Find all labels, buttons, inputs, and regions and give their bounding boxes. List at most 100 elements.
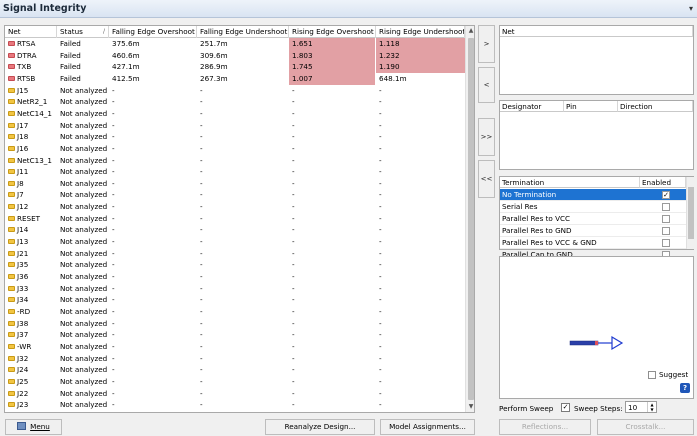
menu-button[interactable]: Menu: [5, 419, 62, 435]
termination-scroll-thumb[interactable]: [688, 187, 694, 239]
column-header-pin[interactable]: Pin: [564, 101, 618, 112]
sweep-steps-checkbox[interactable]: ✓: [561, 403, 570, 412]
cell-rising-edge-overshoot: -: [292, 178, 295, 188]
cell-rising-edge-overshoot: -: [292, 365, 295, 375]
cell-status: Not analyzed: [60, 388, 108, 398]
termination-item[interactable]: No Termination ✓: [500, 189, 686, 201]
table-row[interactable]: NetC14_1 Not analyzed - - - -: [5, 108, 465, 120]
column-header-termination[interactable]: Termination: [500, 177, 640, 188]
remove-all-nets-button[interactable]: <<: [478, 160, 495, 198]
table-row[interactable]: J18 Not analyzed - - - -: [5, 131, 465, 143]
table-row[interactable]: DTRA Failed 460.6m 309.6m 1.803 1.232: [5, 49, 469, 62]
grid-vertical-scrollbar[interactable]: ▲ ▼: [465, 26, 474, 412]
table-row[interactable]: RTSA Failed 375.6m 251.7m 1.651 1.118: [5, 38, 469, 50]
termination-enabled-checkbox[interactable]: [662, 203, 670, 211]
cell-rising-edge-undershoot: -: [379, 272, 382, 281]
termination-item[interactable]: Serial Res: [500, 201, 686, 213]
table-row[interactable]: J22 Not analyzed - - - -: [5, 388, 465, 400]
table-row[interactable]: J38 Not analyzed - - - -: [5, 318, 465, 330]
cell-rising-edge-overshoot: -: [292, 341, 295, 351]
termination-enabled-checkbox[interactable]: [662, 239, 670, 247]
crosstalk-button[interactable]: Crosstalk...: [597, 419, 694, 435]
net-name: J14: [17, 225, 29, 235]
scroll-down-arrow-icon[interactable]: ▼: [466, 402, 474, 412]
column-header-designator[interactable]: Designator: [500, 101, 564, 112]
cell-falling-edge-overshoot: -: [112, 388, 115, 398]
table-row[interactable]: J23 Not analyzed - - - -: [5, 399, 465, 411]
table-row[interactable]: J17 Not analyzed - - - -: [5, 120, 465, 132]
table-row[interactable]: RTSB Failed 412.5m 267.3m 1.007 648.1m: [5, 72, 465, 85]
table-row[interactable]: J25 Not analyzed - - - -: [5, 376, 465, 388]
net-name: J22: [17, 388, 29, 398]
table-row[interactable]: J16 Not analyzed - - - -: [5, 143, 465, 155]
remove-net-button[interactable]: <: [478, 67, 495, 103]
table-row[interactable]: J7 Not analyzed - - - -: [5, 189, 465, 201]
scroll-up-arrow-icon[interactable]: ▲: [466, 26, 474, 36]
termination-item[interactable]: Parallel Res to GND: [500, 225, 686, 237]
table-row[interactable]: RESET Not analyzed - - - -: [5, 213, 465, 225]
table-row[interactable]: J36 Not analyzed - - - -: [5, 271, 465, 283]
table-row[interactable]: J8 Not analyzed - - - -: [5, 178, 465, 190]
cell-falling-edge-undershoot: -: [200, 108, 203, 118]
table-row[interactable]: J15 Not analyzed - - - -: [5, 85, 465, 97]
net-name: J11: [17, 167, 29, 177]
termination-enabled-checkbox[interactable]: [662, 215, 670, 223]
cell-status: Failed: [60, 73, 81, 83]
table-row[interactable]: J13 Not analyzed - - - -: [5, 236, 465, 248]
column-header-falling-edge-overshoot[interactable]: Falling Edge Overshoot: [109, 26, 197, 38]
add-all-nets-button[interactable]: >>: [478, 118, 495, 156]
termination-enabled-checkbox[interactable]: [662, 227, 670, 235]
table-row[interactable]: J32 Not analyzed - - - -: [5, 353, 465, 365]
table-row[interactable]: NetR2_1 Not analyzed - - - -: [5, 96, 465, 108]
table-row[interactable]: J35 Not analyzed - - - -: [5, 259, 465, 271]
selected-nets-panel[interactable]: Net: [499, 25, 694, 95]
table-row[interactable]: -RD Not analyzed - - - -: [5, 306, 465, 318]
cell-falling-edge-overshoot: -: [112, 155, 115, 165]
cell-net: J14: [5, 224, 57, 236]
cell-falling-edge-overshoot: -: [112, 318, 115, 328]
designator-panel[interactable]: Designator Pin Direction: [499, 100, 694, 170]
cell-rising-edge-undershoot: -: [376, 411, 469, 413]
column-header-enabled[interactable]: Enabled: [640, 177, 686, 188]
table-row[interactable]: J11 Not analyzed - - - -: [5, 166, 465, 178]
cell-rising-edge-overshoot: -: [292, 108, 295, 118]
reflections-button[interactable]: Reflections...: [499, 419, 591, 435]
column-header-status[interactable]: Status /: [57, 26, 109, 38]
table-row[interactable]: J28Not analyzed----: [5, 411, 465, 413]
termination-item[interactable]: Parallel Res to VCC & GND: [500, 237, 686, 249]
help-icon[interactable]: ?: [680, 383, 690, 393]
model-assignments-button[interactable]: Model Assignments...: [380, 419, 475, 435]
termination-enabled-checkbox[interactable]: ✓: [662, 191, 670, 199]
termination-scrollbar[interactable]: [686, 177, 694, 249]
cell-falling-edge-overshoot: -: [112, 400, 115, 410]
table-row[interactable]: J24 Not analyzed - - - -: [5, 364, 465, 376]
spinner-down-icon[interactable]: ▼: [647, 407, 656, 412]
column-header-direction[interactable]: Direction: [618, 101, 693, 112]
table-row[interactable]: NetC13_1 Not analyzed - - - -: [5, 155, 465, 167]
scroll-thumb[interactable]: [468, 38, 474, 400]
window-menu-chevron-icon[interactable]: ▾: [689, 4, 693, 13]
table-row[interactable]: J37 Not analyzed - - - -: [5, 329, 465, 341]
column-header-rising-edge-undershoot[interactable]: Rising Edge Undershoot: [376, 26, 465, 38]
table-row[interactable]: J21 Not analyzed - - - -: [5, 248, 465, 260]
suggest-checkbox[interactable]: [648, 371, 656, 379]
table-row[interactable]: J34 Not analyzed - - - -: [5, 294, 465, 306]
cell-falling-edge-undershoot: -: [200, 225, 203, 235]
column-header-rising-edge-overshoot[interactable]: Rising Edge Overshoot: [289, 26, 376, 38]
cell-falling-edge-overshoot: -: [112, 283, 115, 293]
net-name: J18: [17, 132, 29, 142]
sweep-steps-value[interactable]: 10: [628, 403, 637, 412]
column-header-falling-edge-undershoot[interactable]: Falling Edge Undershoot: [197, 26, 289, 38]
add-net-button[interactable]: >: [478, 25, 495, 63]
table-row[interactable]: J14 Not analyzed - - - -: [5, 224, 465, 236]
reanalyze-design-button[interactable]: Reanalyze Design...: [265, 419, 375, 435]
termination-item[interactable]: Parallel Res to VCC: [500, 213, 686, 225]
sweep-steps-spinner[interactable]: 10 ▲ ▼: [625, 401, 657, 413]
table-row[interactable]: TXB Failed 427.1m 286.9m 1.745 1.190: [5, 61, 469, 73]
table-row[interactable]: -WR Not analyzed - - - -: [5, 341, 465, 353]
table-row[interactable]: J12 Not analyzed - - - -: [5, 201, 465, 213]
cell-falling-edge-overshoot: -: [112, 341, 115, 351]
table-row[interactable]: J33 Not analyzed - - - -: [5, 283, 465, 295]
column-header-net[interactable]: Net: [5, 26, 57, 38]
cell-net: J35: [5, 259, 57, 271]
